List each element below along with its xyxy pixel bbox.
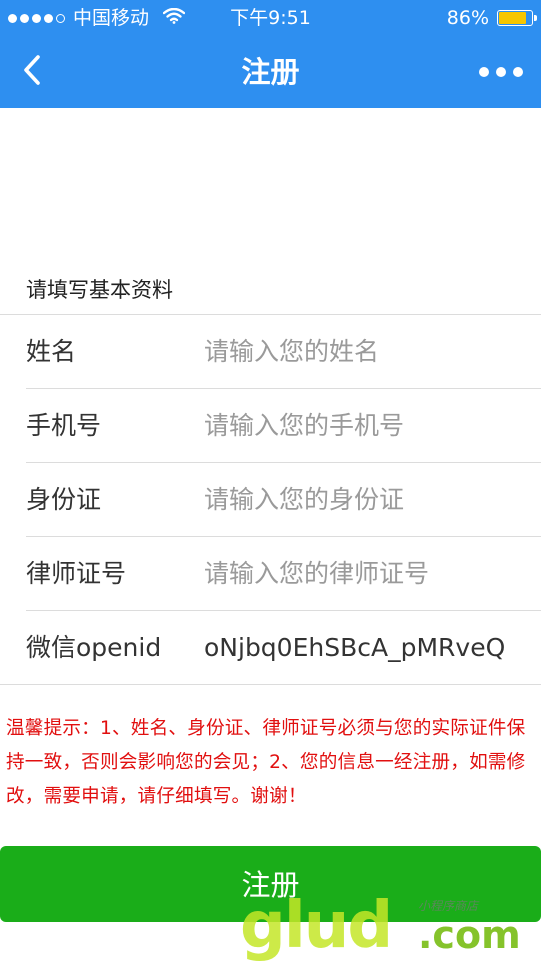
form-row-lawyer-license: 律师证号: [26, 537, 541, 611]
status-bar: 中国移动 下午9:51 86%: [0, 0, 541, 36]
more-button[interactable]: [479, 58, 523, 86]
notice-text: 温馨提示：1、姓名、身份证、律师证号必须与您的实际证件保持一致，否则会影响您的会…: [6, 718, 526, 807]
battery-tip: [534, 15, 537, 21]
field-label-lawyer-license: 律师证号: [26, 559, 127, 588]
phone-input[interactable]: [204, 403, 516, 448]
more-dots-icon: [513, 67, 523, 77]
id-card-input[interactable]: [204, 477, 516, 522]
wechat-openid-input[interactable]: [204, 625, 516, 670]
register-button[interactable]: 注册: [0, 846, 541, 922]
battery-percent: 86%: [446, 7, 489, 29]
form-row-name: 姓名: [26, 315, 541, 389]
battery-icon: [497, 10, 537, 26]
back-button[interactable]: [12, 50, 52, 94]
field-label-name: 姓名: [26, 337, 77, 366]
navigation-bar: 注册: [0, 36, 541, 108]
form-row-phone: 手机号: [26, 389, 541, 463]
chevron-left-icon: [22, 54, 42, 90]
lawyer-license-input[interactable]: [204, 551, 516, 596]
more-dots-icon: [479, 67, 489, 77]
name-input[interactable]: [204, 329, 516, 374]
field-label-wechat-openid: 微信openid: [26, 633, 162, 662]
form-row-wechat-openid: 微信openid: [0, 611, 541, 685]
app-header: 中国移动 下午9:51 86% 注册: [0, 0, 541, 108]
battery-fill: [499, 12, 527, 24]
page-title: 注册: [241, 55, 300, 89]
section-title: 请填写基本资料: [26, 278, 173, 302]
field-label-phone: 手机号: [26, 411, 102, 440]
field-label-id-card: 身份证: [26, 485, 102, 514]
registration-form: 姓名 手机号 身份证 律师证号 微信openid: [0, 314, 541, 685]
more-dots-icon: [496, 67, 506, 77]
status-right: 86%: [446, 0, 537, 36]
form-row-id-card: 身份证: [26, 463, 541, 537]
